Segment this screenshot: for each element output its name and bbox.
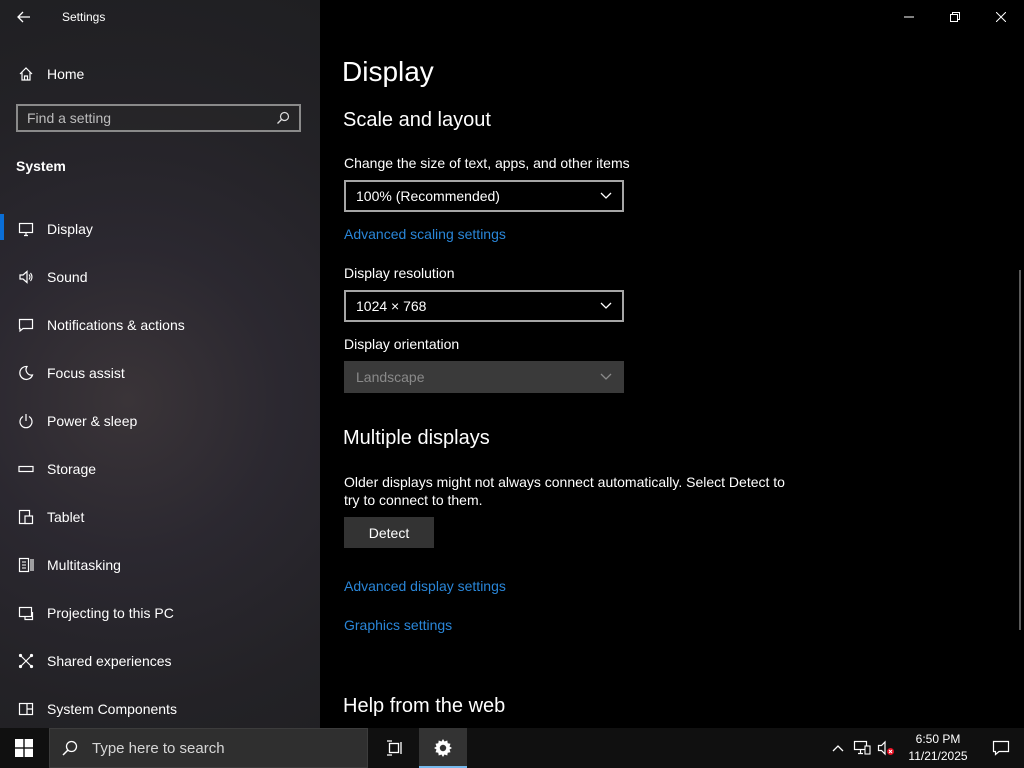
chevron-up-icon bbox=[832, 745, 844, 752]
scrollbar[interactable] bbox=[1019, 270, 1021, 630]
scale-label: Change the size of text, apps, and other… bbox=[344, 155, 630, 171]
notification-icon bbox=[992, 740, 1010, 756]
sidebar-item-label: Projecting to this PC bbox=[47, 605, 174, 621]
minimize-button[interactable] bbox=[886, 0, 932, 34]
network-icon bbox=[853, 740, 871, 755]
resolution-value: 1024 × 768 bbox=[356, 298, 427, 314]
window-controls bbox=[886, 0, 1024, 34]
sidebar-item-label: Storage bbox=[47, 461, 97, 477]
power-icon bbox=[17, 412, 35, 430]
orientation-value: Landscape bbox=[356, 369, 425, 385]
app-title: Settings bbox=[62, 10, 106, 24]
close-button[interactable] bbox=[978, 0, 1024, 34]
taskbar-settings-app[interactable] bbox=[419, 728, 467, 768]
clock-date: 11/21/2025 bbox=[908, 749, 968, 763]
multitasking-icon bbox=[17, 556, 35, 574]
chevron-down-icon bbox=[600, 302, 612, 309]
storage-icon bbox=[17, 460, 35, 478]
multiple-displays-description: Older displays might not always connect … bbox=[344, 474, 785, 508]
home-icon bbox=[17, 65, 35, 83]
message-icon bbox=[17, 316, 35, 334]
home-label: Home bbox=[47, 66, 85, 82]
sidebar-item-label: Shared experiences bbox=[47, 653, 172, 669]
detect-button[interactable]: Detect bbox=[344, 517, 434, 548]
windows-logo-icon bbox=[15, 739, 33, 757]
shared-icon bbox=[17, 652, 35, 670]
scale-value: 100% (Recommended) bbox=[356, 188, 500, 204]
search-icon[interactable] bbox=[273, 108, 293, 128]
sidebar-item-projecting[interactable]: Projecting to this PC bbox=[0, 589, 320, 637]
network-button[interactable] bbox=[850, 728, 874, 768]
sidebar-item-power-sleep[interactable]: Power & sleep bbox=[0, 397, 320, 445]
sidebar-item-label: Power & sleep bbox=[47, 413, 138, 429]
sidebar-item-label: Focus assist bbox=[47, 365, 125, 381]
sidebar-item-sound[interactable]: Sound bbox=[0, 253, 320, 301]
orientation-label: Display orientation bbox=[344, 336, 460, 352]
sidebar-item-label: Notifications & actions bbox=[47, 317, 185, 333]
sidebar-item-label: Sound bbox=[47, 269, 88, 285]
settings-search-input[interactable] bbox=[18, 109, 273, 127]
gear-icon bbox=[434, 739, 452, 757]
restore-icon bbox=[950, 12, 960, 22]
advanced-display-link[interactable]: Advanced display settings bbox=[344, 578, 506, 594]
sidebar-item-multitasking[interactable]: Multitasking bbox=[0, 541, 320, 589]
sidebar-item-label: System Components bbox=[47, 701, 177, 717]
page-title: Display bbox=[342, 56, 434, 87]
start-button[interactable] bbox=[0, 728, 48, 768]
action-center-button[interactable] bbox=[978, 728, 1024, 768]
main-content: Display Scale and layout Change the size… bbox=[320, 0, 1024, 728]
search-icon bbox=[62, 740, 78, 756]
chevron-down-icon bbox=[600, 192, 612, 199]
advanced-scaling-link[interactable]: Advanced scaling settings bbox=[344, 226, 506, 242]
sidebar-item-shared-experiences[interactable]: Shared experiences bbox=[0, 637, 320, 685]
volume-button[interactable] bbox=[874, 728, 898, 768]
sidebar-item-focus-assist[interactable]: Focus assist bbox=[0, 349, 320, 397]
task-view-button[interactable] bbox=[371, 728, 419, 768]
section-label: System bbox=[16, 158, 66, 174]
titlebar: Settings bbox=[0, 0, 320, 34]
sidebar-item-label: Tablet bbox=[47, 509, 85, 525]
orientation-dropdown: Landscape bbox=[344, 361, 624, 393]
show-hidden-icons-button[interactable] bbox=[826, 728, 850, 768]
scale-dropdown[interactable]: 100% (Recommended) bbox=[344, 180, 624, 212]
clock-time: 6:50 PM bbox=[915, 732, 961, 746]
tablet-icon bbox=[17, 508, 35, 526]
help-heading: Help from the web bbox=[343, 695, 506, 717]
restore-button[interactable] bbox=[932, 0, 978, 34]
monitor-icon bbox=[17, 220, 35, 238]
clock[interactable]: 6:50 PM 11/21/2025 bbox=[898, 731, 978, 765]
system-tray: 6:50 PM 11/21/2025 bbox=[826, 728, 1024, 768]
volume-muted-icon bbox=[877, 740, 894, 756]
sidebar-item-display[interactable]: Display bbox=[0, 205, 320, 253]
settings-search-box bbox=[16, 104, 301, 132]
multiple-displays-heading: Multiple displays bbox=[343, 427, 490, 449]
minimize-icon bbox=[904, 16, 914, 18]
sidebar-nav: Display Sound Notifications & actions Fo… bbox=[0, 205, 320, 728]
sidebar-item-home[interactable]: Home bbox=[0, 58, 320, 90]
scale-layout-heading: Scale and layout bbox=[343, 109, 491, 131]
chevron-down-icon bbox=[600, 373, 612, 380]
taskbar: Type here to search 6:50 PM 11/21/2025 bbox=[0, 728, 1024, 768]
sidebar-item-tablet[interactable]: Tablet bbox=[0, 493, 320, 541]
back-button[interactable] bbox=[12, 6, 36, 28]
task-view-icon bbox=[387, 740, 402, 756]
taskbar-search-box[interactable]: Type here to search bbox=[49, 728, 368, 768]
speaker-icon bbox=[17, 268, 35, 286]
close-icon bbox=[996, 12, 1006, 22]
components-icon bbox=[17, 700, 35, 718]
taskbar-search-placeholder: Type here to search bbox=[92, 739, 225, 757]
graphics-settings-link[interactable]: Graphics settings bbox=[344, 617, 452, 633]
sidebar-item-system-components[interactable]: System Components bbox=[0, 685, 320, 728]
sidebar-item-storage[interactable]: Storage bbox=[0, 445, 320, 493]
resolution-dropdown[interactable]: 1024 × 768 bbox=[344, 290, 624, 322]
sidebar-item-notifications[interactable]: Notifications & actions bbox=[0, 301, 320, 349]
moon-icon bbox=[17, 364, 35, 382]
resolution-label: Display resolution bbox=[344, 265, 455, 281]
back-arrow-icon bbox=[17, 11, 30, 23]
projecting-icon bbox=[17, 604, 35, 622]
sidebar-item-label: Display bbox=[47, 221, 93, 237]
sidebar-item-label: Multitasking bbox=[47, 557, 121, 573]
sidebar: Settings Home System Display Sound bbox=[0, 0, 320, 728]
